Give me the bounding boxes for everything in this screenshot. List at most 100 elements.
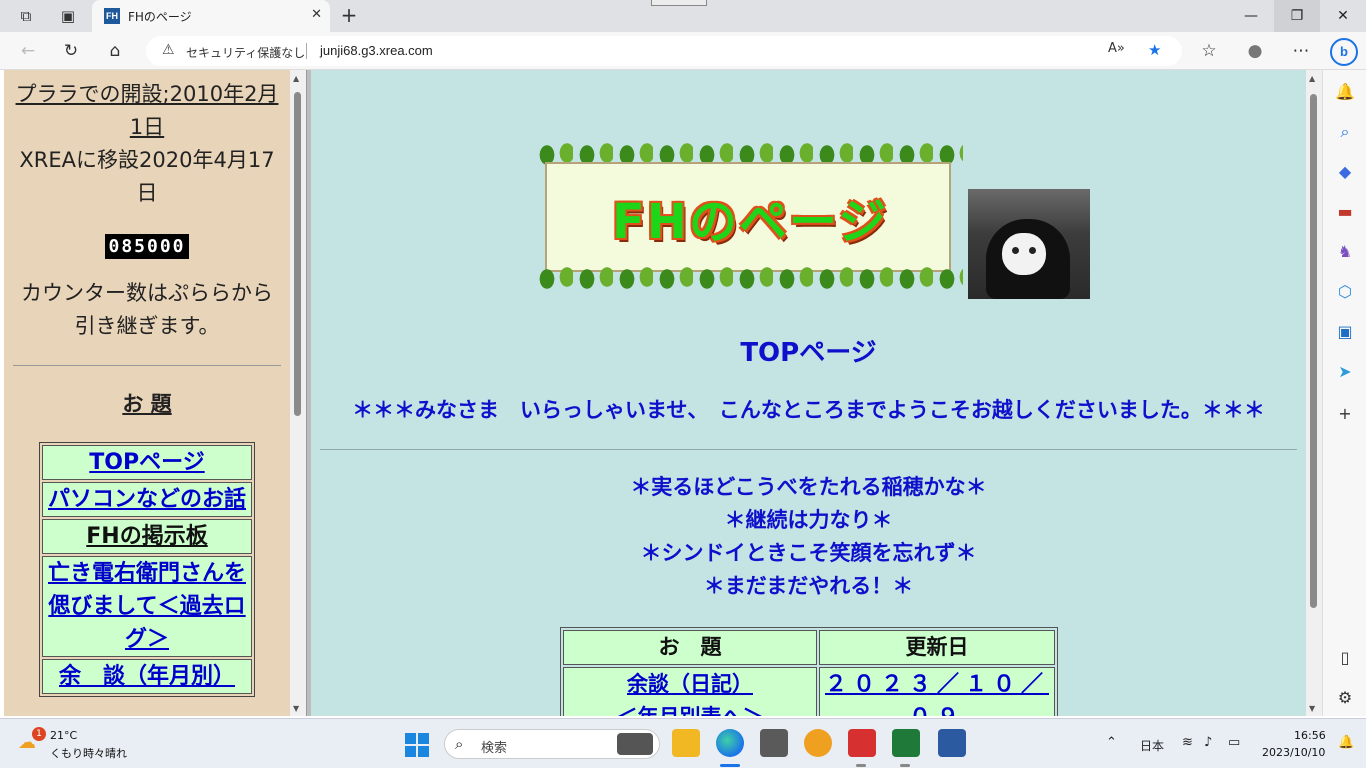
profile-icon[interactable]: ● <box>1244 40 1266 62</box>
divider <box>320 449 1297 450</box>
running-indicator <box>856 764 866 767</box>
counter-note: カウンター数はぷららから引き継ぎます。 <box>21 281 273 338</box>
update-date-link[interactable]: ２０２３／１０／０９ <box>825 672 1049 716</box>
vertical-tabs-icon[interactable]: ▣ <box>58 6 78 26</box>
office-icon[interactable]: ⬡ <box>1335 282 1355 302</box>
table-header-date: 更新日 <box>905 635 969 659</box>
scroll-down-icon[interactable]: ▼ <box>293 704 299 713</box>
cat-face <box>1002 233 1046 275</box>
menu-top-link[interactable]: TOPページ <box>89 450 204 475</box>
scroll-up-icon[interactable]: ▲ <box>293 74 299 83</box>
excel-icon[interactable] <box>892 729 920 757</box>
motto-line: ＊実るほどこうべをたれる稲穂かな＊ <box>630 475 987 499</box>
toolbox-icon[interactable]: ▬ <box>1335 202 1355 222</box>
scroll-down-icon[interactable]: ▼ <box>1309 704 1315 713</box>
menu-pc-link[interactable]: パソコンなどのお話 <box>48 487 246 512</box>
read-aloud-icon[interactable]: A» <box>1108 41 1125 56</box>
edge-sidebar: 🔔 ⌕ ◆ ▬ ♞ ⬡ ▣ ➤ + ▯ ⚙ <box>1322 70 1366 716</box>
table-row: 余談（日記） ＜年月別表へ＞ ２０２３／１０／０９ <box>563 667 1055 716</box>
clock-time[interactable]: 16:56 <box>1294 729 1326 742</box>
send-icon[interactable]: ➤ <box>1335 362 1355 382</box>
warning-icon[interactable]: ⚠ <box>162 42 175 58</box>
divider <box>13 365 281 366</box>
running-indicator <box>900 764 910 767</box>
tab-active[interactable]: FH FHのページ ✕ <box>92 0 330 32</box>
weather-temp[interactable]: 21°C <box>50 729 77 742</box>
tab-title: FHのページ <box>128 10 192 24</box>
page-title: TOPページ <box>740 338 877 368</box>
workspaces-icon[interactable]: ⧉ <box>16 6 36 26</box>
weather-desc[interactable]: くもり時々晴れ <box>50 745 127 761</box>
yodan-diary-link[interactable]: 余談（日記） <box>564 668 816 701</box>
mottos: ＊実るほどこうべをたれる稲穂かな＊ ＊継続は力なり＊ ＊シンドイときこそ笑顔を忘… <box>311 471 1306 603</box>
search-icon[interactable]: ⌕ <box>1335 122 1355 142</box>
main-scrollbar[interactable]: ▲ ▼ <box>1306 70 1322 716</box>
site-banner: FHのページ <box>533 138 963 296</box>
add-icon[interactable]: + <box>1335 404 1355 424</box>
minimize-button[interactable]: — <box>1228 0 1274 32</box>
clock-date[interactable]: 2023/10/10 <box>1262 746 1325 759</box>
scroll-up-icon[interactable]: ▲ <box>1309 74 1315 83</box>
app-blue-icon[interactable] <box>938 729 966 757</box>
settings-app-icon[interactable] <box>760 729 788 757</box>
volume-icon[interactable]: ♪ <box>1204 735 1212 750</box>
notification-bell-icon[interactable]: 🔔 <box>1338 735 1354 750</box>
weather-badge: 1 <box>32 727 46 741</box>
close-window-button[interactable]: ✕ <box>1320 0 1366 32</box>
chess-icon[interactable]: ♞ <box>1335 242 1355 262</box>
home-icon[interactable]: ⌂ <box>104 40 126 62</box>
taskbar: ☁ 1 21°C くもり時々晴れ ⌕ 検索 ⌃ 日本 ≋ ♪ ▭ 16:56 2… <box>0 718 1366 768</box>
tab-strip: ⧉ ▣ FH FHのページ ✕ + — ❐ ✕ <box>0 0 1366 32</box>
left-frame: プララでの開設;2010年2月1日 XREAに移設2020年4月17日 0850… <box>4 70 290 716</box>
security-label[interactable]: セキュリティ保護なし <box>186 44 305 61</box>
sidebar-toggle-icon[interactable]: ▯ <box>1335 648 1355 668</box>
outlook-icon[interactable]: ▣ <box>1335 322 1355 342</box>
menu-bbs-link[interactable]: FHの掲示板 <box>86 524 207 549</box>
welcome-text: ＊＊＊みなさま いらっしゃいませ、 こんなところまでようこそお越しくださいました… <box>352 398 1265 422</box>
yodan-month-link[interactable]: ＜年月別表へ＞ <box>564 701 816 716</box>
active-indicator <box>720 764 740 767</box>
settings-gear-icon[interactable]: ⚙ <box>1335 688 1355 708</box>
motto-line: ＊継続は力なり＊ <box>724 508 893 532</box>
motto-line: ＊まだまだやれる！＊ <box>703 574 914 598</box>
table-header-row: お 題 更新日 <box>563 630 1055 665</box>
app-red-icon[interactable] <box>848 729 876 757</box>
wifi-icon[interactable]: ≋ <box>1182 735 1193 750</box>
menu-yodan-link[interactable]: 余 談（年月別） <box>59 664 235 689</box>
taskbar-search[interactable]: ⌕ 検索 <box>444 729 660 759</box>
edge-browser-icon[interactable] <box>716 729 744 757</box>
refresh-icon[interactable]: ↻ <box>60 40 82 62</box>
start-button[interactable] <box>405 733 429 757</box>
address-bar[interactable]: ⚠ セキュリティ保護なし junji68.g3.xrea.com A» ★ <box>146 36 1182 66</box>
more-menu-icon[interactable]: ⋯ <box>1290 40 1312 62</box>
search-highlight-image <box>617 733 653 755</box>
restore-button[interactable]: ❐ <box>1274 0 1320 32</box>
search-placeholder: 検索 <box>481 741 508 756</box>
app-orange-icon[interactable] <box>804 729 832 757</box>
tab-close-icon[interactable]: ✕ <box>311 7 322 22</box>
motto-line: ＊シンドイときこそ笑顔を忘れず＊ <box>640 541 977 565</box>
menu-memorial-link[interactable]: 亡き電右衛門さんを偲びまして＜過去ログ＞ <box>48 561 246 652</box>
drag-handle[interactable] <box>651 0 707 6</box>
battery-icon[interactable]: ▭ <box>1228 735 1240 750</box>
open-date-link[interactable]: プララでの開設;2010年2月1日 <box>4 78 290 144</box>
tray-chevron-icon[interactable]: ⌃ <box>1106 735 1117 750</box>
leaves-decoration <box>533 262 963 296</box>
back-arrow-icon[interactable]: ← <box>17 40 39 62</box>
file-explorer-icon[interactable] <box>672 729 700 757</box>
url-text[interactable]: junji68.g3.xrea.com <box>320 43 433 58</box>
copilot-icon[interactable]: b <box>1330 38 1358 66</box>
menu-heading: お 題 <box>122 392 172 416</box>
bell-icon[interactable]: 🔔 <box>1335 82 1355 102</box>
left-scroll-thumb[interactable] <box>294 92 301 416</box>
banner-title: FHのページ <box>611 194 888 250</box>
new-tab-button[interactable]: + <box>338 4 360 26</box>
favorite-star-icon[interactable]: ★ <box>1148 41 1161 59</box>
banner-board: FHのページ <box>545 162 951 272</box>
favorites-icon[interactable]: ☆ <box>1198 40 1220 62</box>
toolbar: ← ↻ ⌂ ⚠ セキュリティ保護なし junji68.g3.xrea.com A… <box>0 32 1366 70</box>
ime-indicator[interactable]: 日本 <box>1140 737 1164 754</box>
left-scrollbar[interactable]: ▲ ▼ <box>290 70 306 716</box>
tag-icon[interactable]: ◆ <box>1335 162 1355 182</box>
main-scroll-thumb[interactable] <box>1310 94 1317 608</box>
